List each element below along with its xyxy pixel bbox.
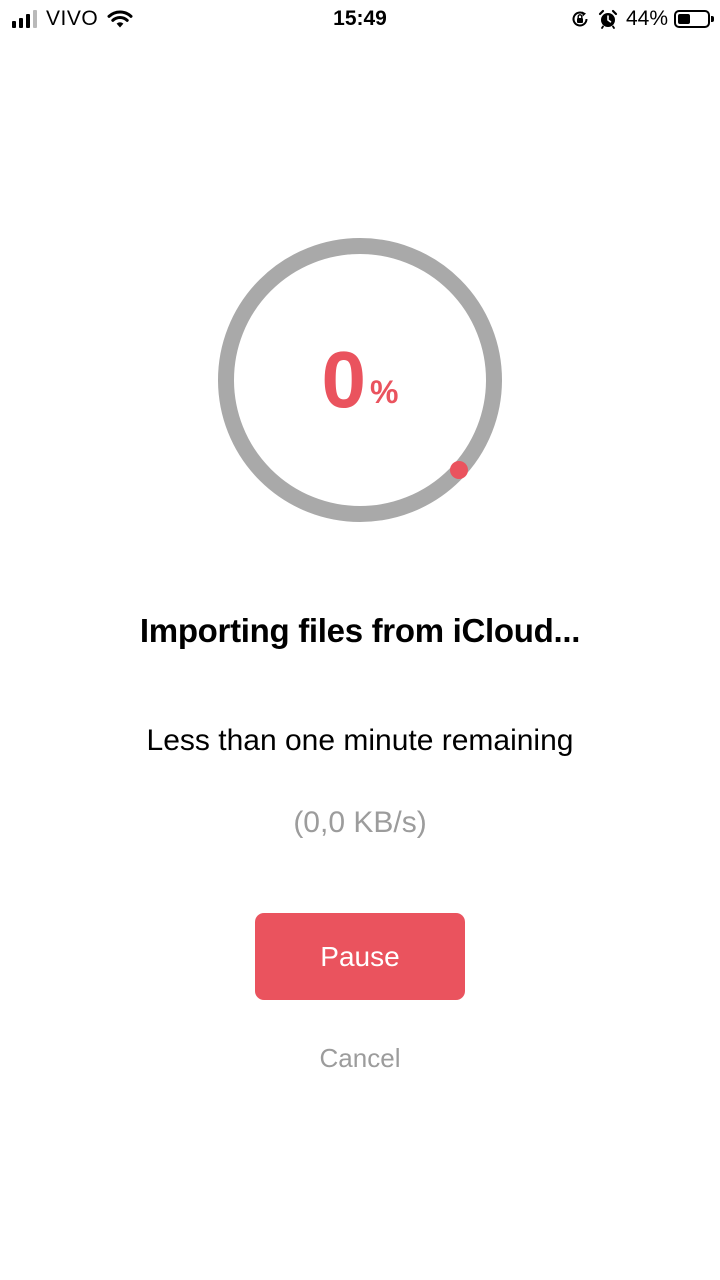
- progress-ring: 0 %: [218, 238, 502, 522]
- status-bar-right: 44%: [570, 6, 714, 32]
- transfer-speed-text: (0,0 KB/s): [293, 806, 427, 839]
- status-bar: VIVO 15:49 44%: [0, 0, 720, 38]
- battery-icon: [674, 10, 714, 28]
- percent-readout: 0 %: [218, 238, 502, 522]
- lock-rotation-icon: [572, 11, 588, 27]
- alarm-icon: [598, 9, 618, 29]
- import-title: Importing files from iCloud...: [139, 612, 581, 649]
- percent-sign: %: [370, 373, 399, 410]
- battery-percent: 44%: [625, 7, 668, 30]
- time-remaining-text: Less than one minute remaining: [146, 724, 574, 757]
- cancel-button[interactable]: Cancel: [260, 1036, 460, 1080]
- pause-button[interactable]: Pause: [255, 913, 465, 1000]
- percent-value: 0: [321, 335, 367, 424]
- battery-fill: [678, 14, 690, 24]
